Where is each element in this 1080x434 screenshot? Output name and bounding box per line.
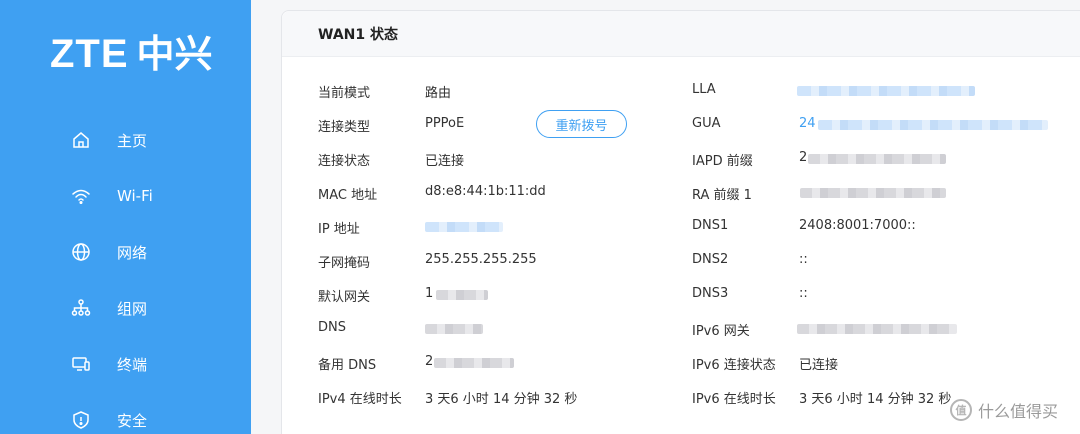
field-value: 已连接 bbox=[799, 358, 839, 373]
field-value: :: bbox=[799, 286, 808, 301]
sidebar-item-mesh[interactable]: 组网 bbox=[0, 280, 251, 336]
field-label: DNS3 bbox=[692, 286, 729, 301]
field-label: 默认网关 bbox=[318, 290, 371, 305]
sidebar-item-label: 网络 bbox=[117, 243, 148, 262]
sidebar-item-label: 组网 bbox=[117, 299, 148, 318]
field-label: 连接状态 bbox=[318, 154, 371, 169]
wifi-icon bbox=[70, 185, 92, 207]
sidebar-item-label: Wi-Fi bbox=[117, 187, 153, 205]
redacted-value bbox=[436, 290, 488, 300]
field-label: IPv4 在线时长 bbox=[318, 392, 402, 407]
field-value: d8:e8:44:1b:11:dd bbox=[425, 184, 546, 199]
devices-icon bbox=[70, 353, 92, 375]
sidebar-item-devices[interactable]: 终端 bbox=[0, 336, 251, 392]
field-label: 子网掩码 bbox=[318, 256, 371, 271]
shield-icon bbox=[70, 409, 92, 431]
redacted-value bbox=[818, 120, 1048, 130]
watermark: 值 什么值得买 bbox=[950, 398, 1058, 422]
card-title: WAN1 状态 bbox=[318, 26, 398, 43]
sidebar-item-label: 主页 bbox=[117, 131, 148, 150]
logo-chinese-text: 中兴 bbox=[136, 32, 213, 76]
card-header: WAN1 状态 bbox=[282, 11, 1080, 57]
field-label: IP 地址 bbox=[318, 222, 360, 237]
field-value: :: bbox=[799, 252, 808, 267]
mesh-network-icon bbox=[70, 297, 92, 319]
redial-button[interactable]: 重新拨号 bbox=[536, 110, 627, 138]
field-label: IPv6 网关 bbox=[692, 324, 750, 339]
sidebar-item-wifi[interactable]: Wi-Fi bbox=[0, 168, 251, 224]
field-value: 2408:8001:7000:: bbox=[799, 218, 916, 233]
watermark-text: 什么值得买 bbox=[978, 402, 1059, 421]
field-label: IPv6 在线时长 bbox=[692, 392, 776, 407]
field-value: PPPoE bbox=[425, 116, 465, 131]
field-label: DNS1 bbox=[692, 218, 729, 233]
field-label: 备用 DNS bbox=[318, 358, 377, 373]
field-label: 连接类型 bbox=[318, 120, 371, 135]
field-value: 路由 bbox=[425, 86, 452, 101]
redacted-value bbox=[808, 154, 946, 164]
field-value: 2 bbox=[425, 354, 434, 369]
zte-logo[interactable]: ZTE 中兴 bbox=[50, 34, 213, 74]
redacted-value bbox=[425, 324, 483, 334]
redacted-value bbox=[434, 358, 514, 368]
field-value: 3 天6 小时 14 分钟 32 秒 bbox=[425, 392, 578, 407]
watermark-badge: 值 bbox=[950, 399, 972, 421]
redacted-value bbox=[800, 188, 946, 198]
sidebar-nav: 主页 Wi-Fi 网络 组网 终端 安全 bbox=[0, 112, 251, 434]
field-value: 24 bbox=[799, 116, 816, 131]
redacted-value bbox=[797, 324, 957, 334]
field-label: RA 前缀 1 bbox=[692, 188, 752, 203]
sidebar-item-network[interactable]: 网络 bbox=[0, 224, 251, 280]
field-value: 3 天6 小时 14 分钟 32 秒 bbox=[799, 392, 952, 407]
home-icon bbox=[70, 129, 92, 151]
field-label: 当前模式 bbox=[318, 86, 371, 101]
logo-text: ZTE bbox=[50, 32, 129, 76]
redacted-value bbox=[425, 222, 503, 232]
field-label: DNS2 bbox=[692, 252, 729, 267]
redacted-value bbox=[797, 86, 975, 96]
field-label: DNS bbox=[318, 320, 346, 335]
field-label: MAC 地址 bbox=[318, 188, 378, 203]
globe-icon bbox=[70, 241, 92, 263]
field-value: 已连接 bbox=[425, 154, 465, 169]
field-value: 255.255.255.255 bbox=[425, 252, 537, 267]
field-label: GUA bbox=[692, 116, 721, 131]
field-label: IPv6 连接状态 bbox=[692, 358, 776, 373]
field-label: IAPD 前缀 bbox=[692, 154, 753, 169]
sidebar-item-home[interactable]: 主页 bbox=[0, 112, 251, 168]
wan1-status-card: WAN1 状态 bbox=[281, 10, 1080, 434]
sidebar-item-label: 安全 bbox=[117, 411, 148, 430]
field-label: LLA bbox=[692, 82, 716, 97]
sidebar-item-label: 终端 bbox=[117, 355, 148, 374]
field-value: 1 bbox=[425, 286, 434, 301]
sidebar-item-security[interactable]: 安全 bbox=[0, 392, 251, 434]
sidebar: ZTE 中兴 主页 Wi-Fi 网络 组网 终端 安全 bbox=[0, 0, 251, 434]
field-value: 2 bbox=[799, 150, 808, 165]
